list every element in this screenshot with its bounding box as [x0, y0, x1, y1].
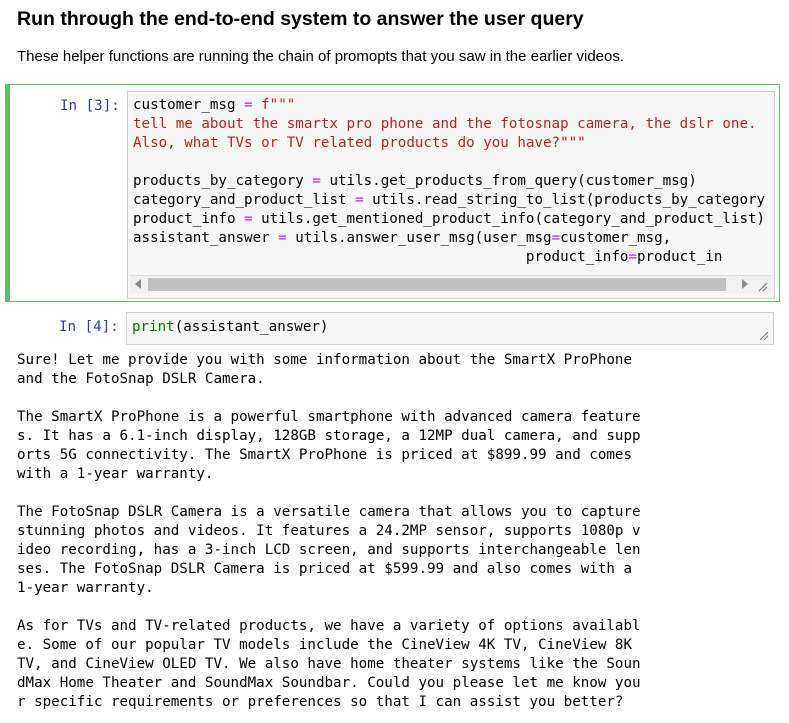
scroll-right-icon[interactable] [742, 279, 748, 289]
code-line: print(assistant_answer) [132, 319, 329, 335]
output-line: ideo recording, has a 3-inch LCD screen,… [17, 542, 641, 558]
code-line: product_info = utils.get_mentioned_produ… [133, 211, 766, 227]
output-line: s. It has a 6.1-inch display, 128GB stor… [17, 428, 641, 444]
code-input-area[interactable]: customer_msg = f""" tell me about the sm… [127, 91, 775, 299]
code-line: tell me about the smartx pro phone and t… [133, 116, 757, 132]
code-cell-4-input[interactable]: print(assistant_answer) [126, 312, 774, 345]
output-line: The SmartX ProPhone is a powerful smartp… [17, 409, 641, 425]
code-cell-3[interactable]: In [3]: customer_msg = f""" tell me abou… [5, 84, 780, 302]
resize-grip-icon[interactable] [759, 331, 769, 341]
code-line: customer_msg = f""" [133, 97, 296, 113]
cell-prompt: In [4]: [59, 319, 119, 335]
horizontal-scrollbar[interactable] [130, 275, 772, 293]
code-line: category_and_product_list = utils.read_s… [133, 192, 766, 208]
cell-selected-indicator [5, 84, 10, 302]
output-line: and the FotoSnap DSLR Camera. [17, 371, 265, 387]
code-line: assistant_answer = utils.answer_user_msg… [133, 230, 672, 246]
output-line: with a 1-year warranty. [17, 466, 214, 482]
output-line: dMax Home Theater and SoundMax Soundbar.… [17, 675, 641, 691]
code-line: product_info=product_in [525, 249, 723, 265]
output-line: TV, and CineView OLED TV. We also have h… [17, 656, 641, 672]
resize-grip-icon[interactable] [758, 282, 768, 292]
output-line: ses. The FotoSnap DSLR Camera is priced … [17, 561, 632, 577]
output-line: Sure! Let me provide you with some infor… [17, 352, 632, 368]
scrollbar-thumb[interactable] [148, 278, 726, 291]
output-line: r specific requirements or preferences s… [17, 694, 624, 710]
output-line: stunning photos and videos. It features … [17, 523, 641, 539]
output-line: 1-year warranty. [17, 580, 154, 596]
section-heading: Run through the end-to-end system to ans… [17, 8, 584, 30]
output-line: e. Some of our popular TV models include… [17, 637, 632, 653]
output-line: orts 5G connectivity. The SmartX ProPhon… [17, 447, 632, 463]
output-line: The FotoSnap DSLR Camera is a versatile … [17, 504, 641, 520]
cell-prompt: In [3]: [60, 98, 120, 114]
scroll-left-icon[interactable] [135, 279, 141, 289]
description-text: These helper functions are running the c… [17, 48, 625, 65]
output-line: As for TVs and TV-related products, we h… [17, 618, 641, 634]
code-line: products_by_category = utils.get_product… [133, 173, 697, 189]
code-line: Also, what TVs or TV related products do… [133, 135, 586, 151]
